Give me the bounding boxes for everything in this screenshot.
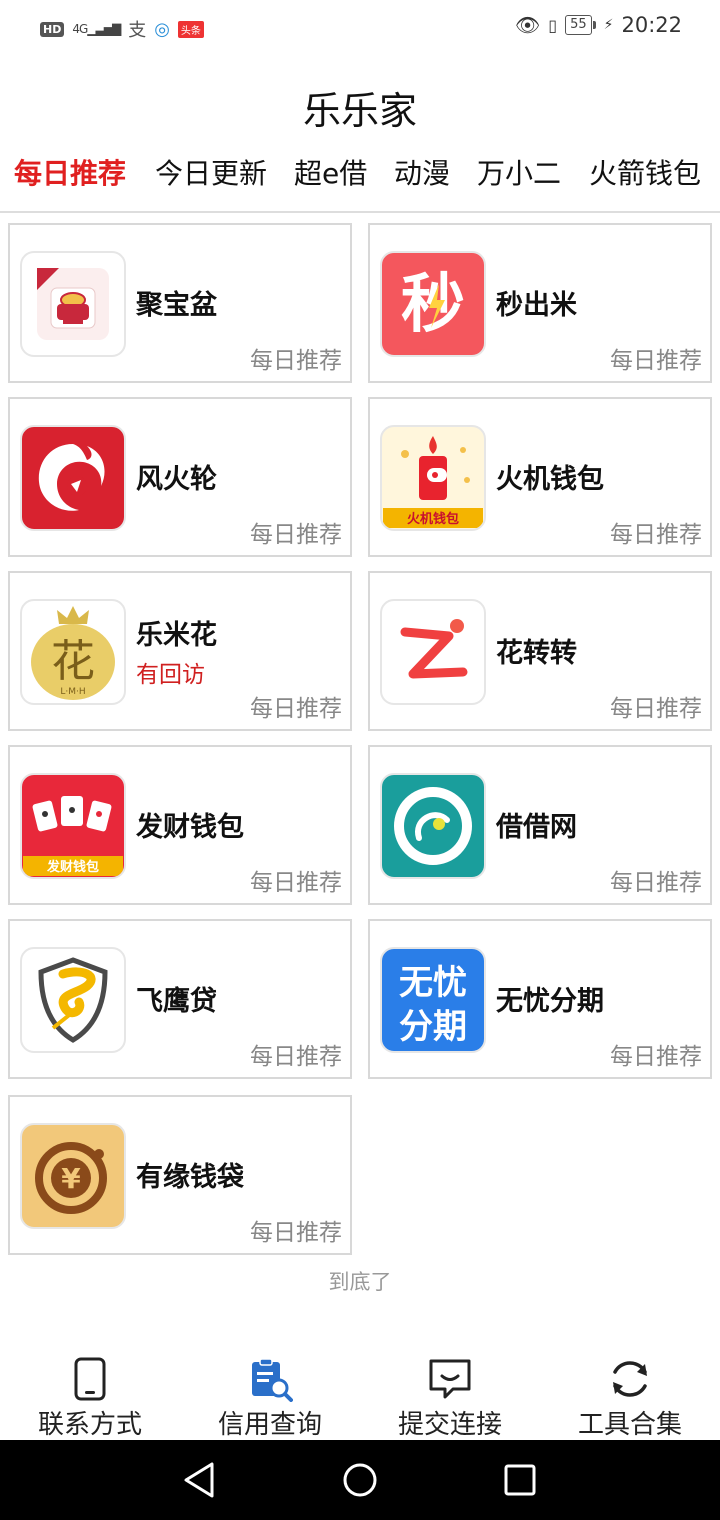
fire-wheel-icon — [20, 425, 126, 531]
battery-icon: 55 — [565, 15, 596, 35]
phone-icon — [74, 1357, 106, 1401]
nav-credit-query[interactable]: 信用查询 — [180, 1352, 360, 1440]
tab-rocket-wallet[interactable]: 火箭钱包 — [589, 152, 701, 192]
svg-text:发财钱包: 发财钱包 — [46, 859, 99, 875]
refresh-icon — [613, 1361, 647, 1397]
lighter-wallet-icon: 火机钱包 — [380, 425, 486, 531]
app-name: 火机钱包 — [496, 464, 604, 495]
back-icon[interactable] — [180, 1460, 220, 1500]
app-tag: 每日推荐 — [610, 696, 702, 722]
yuan-coin-icon: ¥ — [20, 1123, 126, 1229]
app-name: 聚宝盆 — [136, 290, 217, 321]
app-tag: 每日推荐 — [250, 522, 342, 548]
app-name: 乐米花 — [136, 620, 217, 651]
page-title: 乐乐家 — [302, 89, 417, 133]
app-tag: 每日推荐 — [250, 870, 342, 896]
system-nav-bar — [0, 1440, 720, 1520]
app-name: 飞鹰贷 — [136, 986, 217, 1017]
app-card[interactable]: 飞鹰贷 每日推荐 — [8, 919, 352, 1079]
svg-text:火机钱包: 火机钱包 — [407, 511, 459, 527]
app-name: 借借网 — [496, 812, 577, 843]
app-notification-icon: ◎ — [154, 18, 170, 40]
facai-wallet-icon: 发财钱包 — [20, 773, 126, 879]
tab-today-update[interactable]: 今日更新 — [155, 152, 267, 192]
app-card[interactable]: 花 L·M·H 乐米花 有回访 每日推荐 — [8, 571, 352, 731]
toutiao-icon: 头条 — [177, 20, 204, 38]
app-name: 花转转 — [496, 638, 577, 669]
status-left: HD 4G▁▃▅▇ 支 ◎ 头条 — [40, 16, 204, 42]
lemihua-icon: 花 L·M·H — [20, 599, 126, 705]
wuyou-icon: 无忧 分期 — [380, 947, 486, 1053]
tab-wanxiaoer[interactable]: 万小二 — [477, 152, 561, 192]
app-tag: 每日推荐 — [250, 1220, 342, 1246]
clock: 20:22 — [621, 13, 682, 37]
hd-badge: HD — [40, 21, 65, 37]
app-card[interactable]: 聚宝盆 每日推荐 — [8, 223, 352, 383]
app-note: 有回访 — [136, 662, 205, 688]
app-tag: 每日推荐 — [250, 1044, 342, 1070]
nav-contact[interactable]: 联系方式 — [0, 1352, 180, 1440]
eye-comfort-icon: 👁 — [514, 13, 541, 37]
end-of-list-text: 到底了 — [328, 1270, 392, 1294]
signal-icon: 4G▁▃▅▇ — [72, 22, 121, 36]
app-name: 无忧分期 — [496, 986, 604, 1017]
app-tag: 每日推荐 — [610, 870, 702, 896]
nav-label: 工具合集 — [577, 1410, 682, 1440]
miao-icon: 秒 — [380, 251, 486, 357]
jiejie-icon — [380, 773, 486, 879]
app-card[interactable]: 无忧 分期 无忧分期 每日推荐 — [368, 919, 712, 1079]
app-card[interactable]: ¥ 有缘钱袋 每日推荐 — [8, 1095, 352, 1255]
app-card[interactable]: 秒 秒出米 每日推荐 — [368, 223, 712, 383]
app-card[interactable]: 花转转 每日推荐 — [368, 571, 712, 731]
nav-tools[interactable]: 工具合集 — [540, 1352, 720, 1440]
tabs-divider — [0, 211, 720, 213]
home-icon[interactable] — [340, 1460, 380, 1500]
nav-label: 联系方式 — [37, 1410, 142, 1440]
recents-icon[interactable] — [500, 1460, 540, 1500]
app-name: 有缘钱袋 — [136, 1162, 244, 1193]
app-card[interactable]: 发财钱包 发财钱包 每日推荐 — [8, 745, 352, 905]
app-tag: 每日推荐 — [250, 696, 342, 722]
app-name: 秒出米 — [496, 290, 577, 321]
huazhuanzhuan-icon — [380, 599, 486, 705]
eagle-loan-icon — [20, 947, 126, 1053]
nav-label: 提交连接 — [397, 1410, 502, 1440]
bottom-nav: 联系方式 信用查询 提交连接 工具合集 — [0, 1352, 720, 1440]
category-tabs: 每日推荐 今日更新 超e借 动漫 万小二 火箭钱包 — [0, 152, 720, 200]
app-tag: 每日推荐 — [610, 522, 702, 548]
svg-text:花: 花 — [51, 636, 95, 687]
svg-text:L·M·H: L·M·H — [60, 687, 85, 697]
app-card[interactable]: 借借网 每日推荐 — [368, 745, 712, 905]
alipay-icon: 支 — [128, 20, 147, 41]
app-name: 发财钱包 — [136, 812, 244, 843]
app-card[interactable]: 火机钱包 火机钱包 每日推荐 — [368, 397, 712, 557]
nav-label: 信用查询 — [217, 1410, 322, 1440]
vibrate-icon: ▯ — [548, 15, 558, 35]
svg-text:无忧: 无忧 — [399, 963, 467, 1003]
svg-text:¥: ¥ — [61, 1162, 81, 1195]
app-card[interactable]: 风火轮 每日推荐 — [8, 397, 352, 557]
tab-chao-e-jie[interactable]: 超e借 — [294, 152, 367, 192]
nav-submit-link[interactable]: 提交连接 — [360, 1352, 540, 1440]
credit-search-icon — [252, 1358, 293, 1402]
app-name: 风火轮 — [136, 464, 217, 495]
app-tag: 每日推荐 — [610, 1044, 702, 1070]
status-bar: HD 4G▁▃▅▇ 支 ◎ 头条 👁 ▯ 55 ⚡ 20:22 — [0, 0, 720, 56]
tab-daily-recommend[interactable]: 每日推荐 — [14, 152, 126, 192]
status-right: 👁 ▯ 55 ⚡ 20:22 — [515, 13, 682, 37]
svg-text:分期: 分期 — [399, 1007, 467, 1047]
app-tag: 每日推荐 — [610, 348, 702, 374]
tab-anime[interactable]: 动漫 — [394, 152, 450, 192]
message-icon — [429, 1359, 471, 1399]
app-tag: 每日推荐 — [250, 348, 342, 374]
charging-icon: ⚡ — [603, 17, 614, 33]
treasure-bowl-icon — [20, 251, 126, 357]
